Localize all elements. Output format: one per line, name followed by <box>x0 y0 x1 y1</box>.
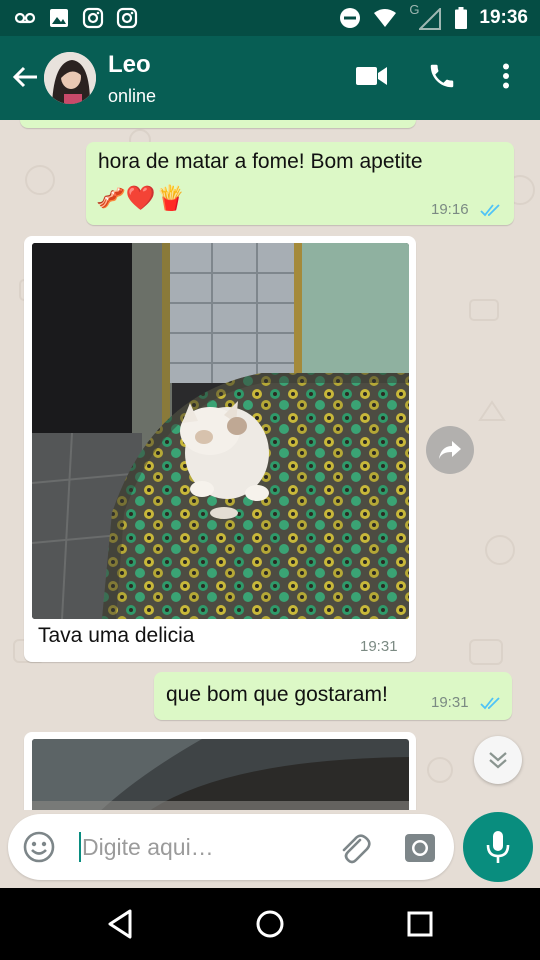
dim-room-photo <box>32 739 409 810</box>
forward-icon <box>439 441 461 459</box>
cat-on-bed-photo <box>32 243 409 619</box>
text-cursor <box>79 832 81 862</box>
profile-photo <box>44 52 96 104</box>
navigation-bar <box>0 888 540 960</box>
message-text: que bom que gostaram! <box>166 683 388 706</box>
message-photo[interactable] <box>32 739 409 810</box>
chat-header: Leo online <box>0 36 540 120</box>
status-bar: G 19:36 <box>0 0 540 36</box>
message-emoji: 🥓❤️🍟 <box>96 185 186 212</box>
message-bubble-incoming-image[interactable]: Tava uma delicia 19:31 <box>24 236 416 662</box>
message-bubble-outgoing[interactable]: hora de matar a fome! Bom apetite 🥓❤️🍟 1… <box>86 142 514 225</box>
forward-button[interactable] <box>426 426 474 474</box>
double-chevron-down-icon <box>489 752 507 769</box>
message-time: 19:31 <box>360 638 398 655</box>
phone-icon <box>430 64 454 88</box>
avatar[interactable] <box>44 52 96 104</box>
voicemail-icon <box>14 12 36 24</box>
mic-icon <box>486 831 510 863</box>
more-options-button[interactable] <box>488 58 524 94</box>
mic-button[interactable] <box>463 812 533 882</box>
attach-icon[interactable] <box>336 830 372 866</box>
more-vert-icon <box>503 63 509 89</box>
chat-area[interactable]: hora de matar a fome! Bom apetite 🥓❤️🍟 1… <box>0 120 540 810</box>
scroll-to-bottom-button[interactable] <box>474 736 522 784</box>
wifi-icon <box>374 9 397 27</box>
contact-name[interactable]: Leo <box>108 51 151 79</box>
read-receipt-icon <box>480 204 500 217</box>
emoji-icon[interactable] <box>22 830 56 864</box>
read-receipt-icon <box>480 697 500 710</box>
instagram-icon <box>82 7 104 29</box>
voice-call-button[interactable] <box>424 58 460 94</box>
status-time: 19:36 <box>479 7 528 28</box>
message-photo[interactable] <box>32 243 409 619</box>
recents-nav-icon[interactable] <box>402 906 438 942</box>
message-input[interactable] <box>82 828 322 866</box>
back-arrow-icon[interactable] <box>8 60 42 94</box>
signal-indicator: G <box>409 2 443 30</box>
do-not-disturb-icon <box>340 8 361 28</box>
network-type-label: G <box>409 2 420 17</box>
video-call-icon <box>356 67 387 85</box>
contact-status: online <box>108 86 157 106</box>
home-nav-icon[interactable] <box>252 906 288 942</box>
message-time: 19:16 <box>431 201 469 218</box>
signal-icon <box>419 8 442 30</box>
message-bubble-incoming-image[interactable] <box>24 732 416 810</box>
camera-icon[interactable] <box>402 830 438 866</box>
gallery-icon <box>50 9 68 27</box>
video-call-button[interactable] <box>354 58 390 94</box>
message-text: hora de matar a fome! Bom apetite <box>98 150 423 173</box>
back-nav-icon[interactable] <box>102 906 138 942</box>
message-time: 19:31 <box>431 694 469 711</box>
notification-icons <box>14 7 138 29</box>
message-bubble-outgoing[interactable]: que bom que gostaram! 19:31 <box>154 672 512 720</box>
image-caption: Tava uma delicia <box>38 624 195 647</box>
instagram-icon <box>116 7 138 29</box>
battery-icon <box>455 7 468 29</box>
system-icons: G 19:36 <box>339 2 528 30</box>
message-composer <box>8 814 454 880</box>
message-bubble-partial <box>20 120 416 128</box>
